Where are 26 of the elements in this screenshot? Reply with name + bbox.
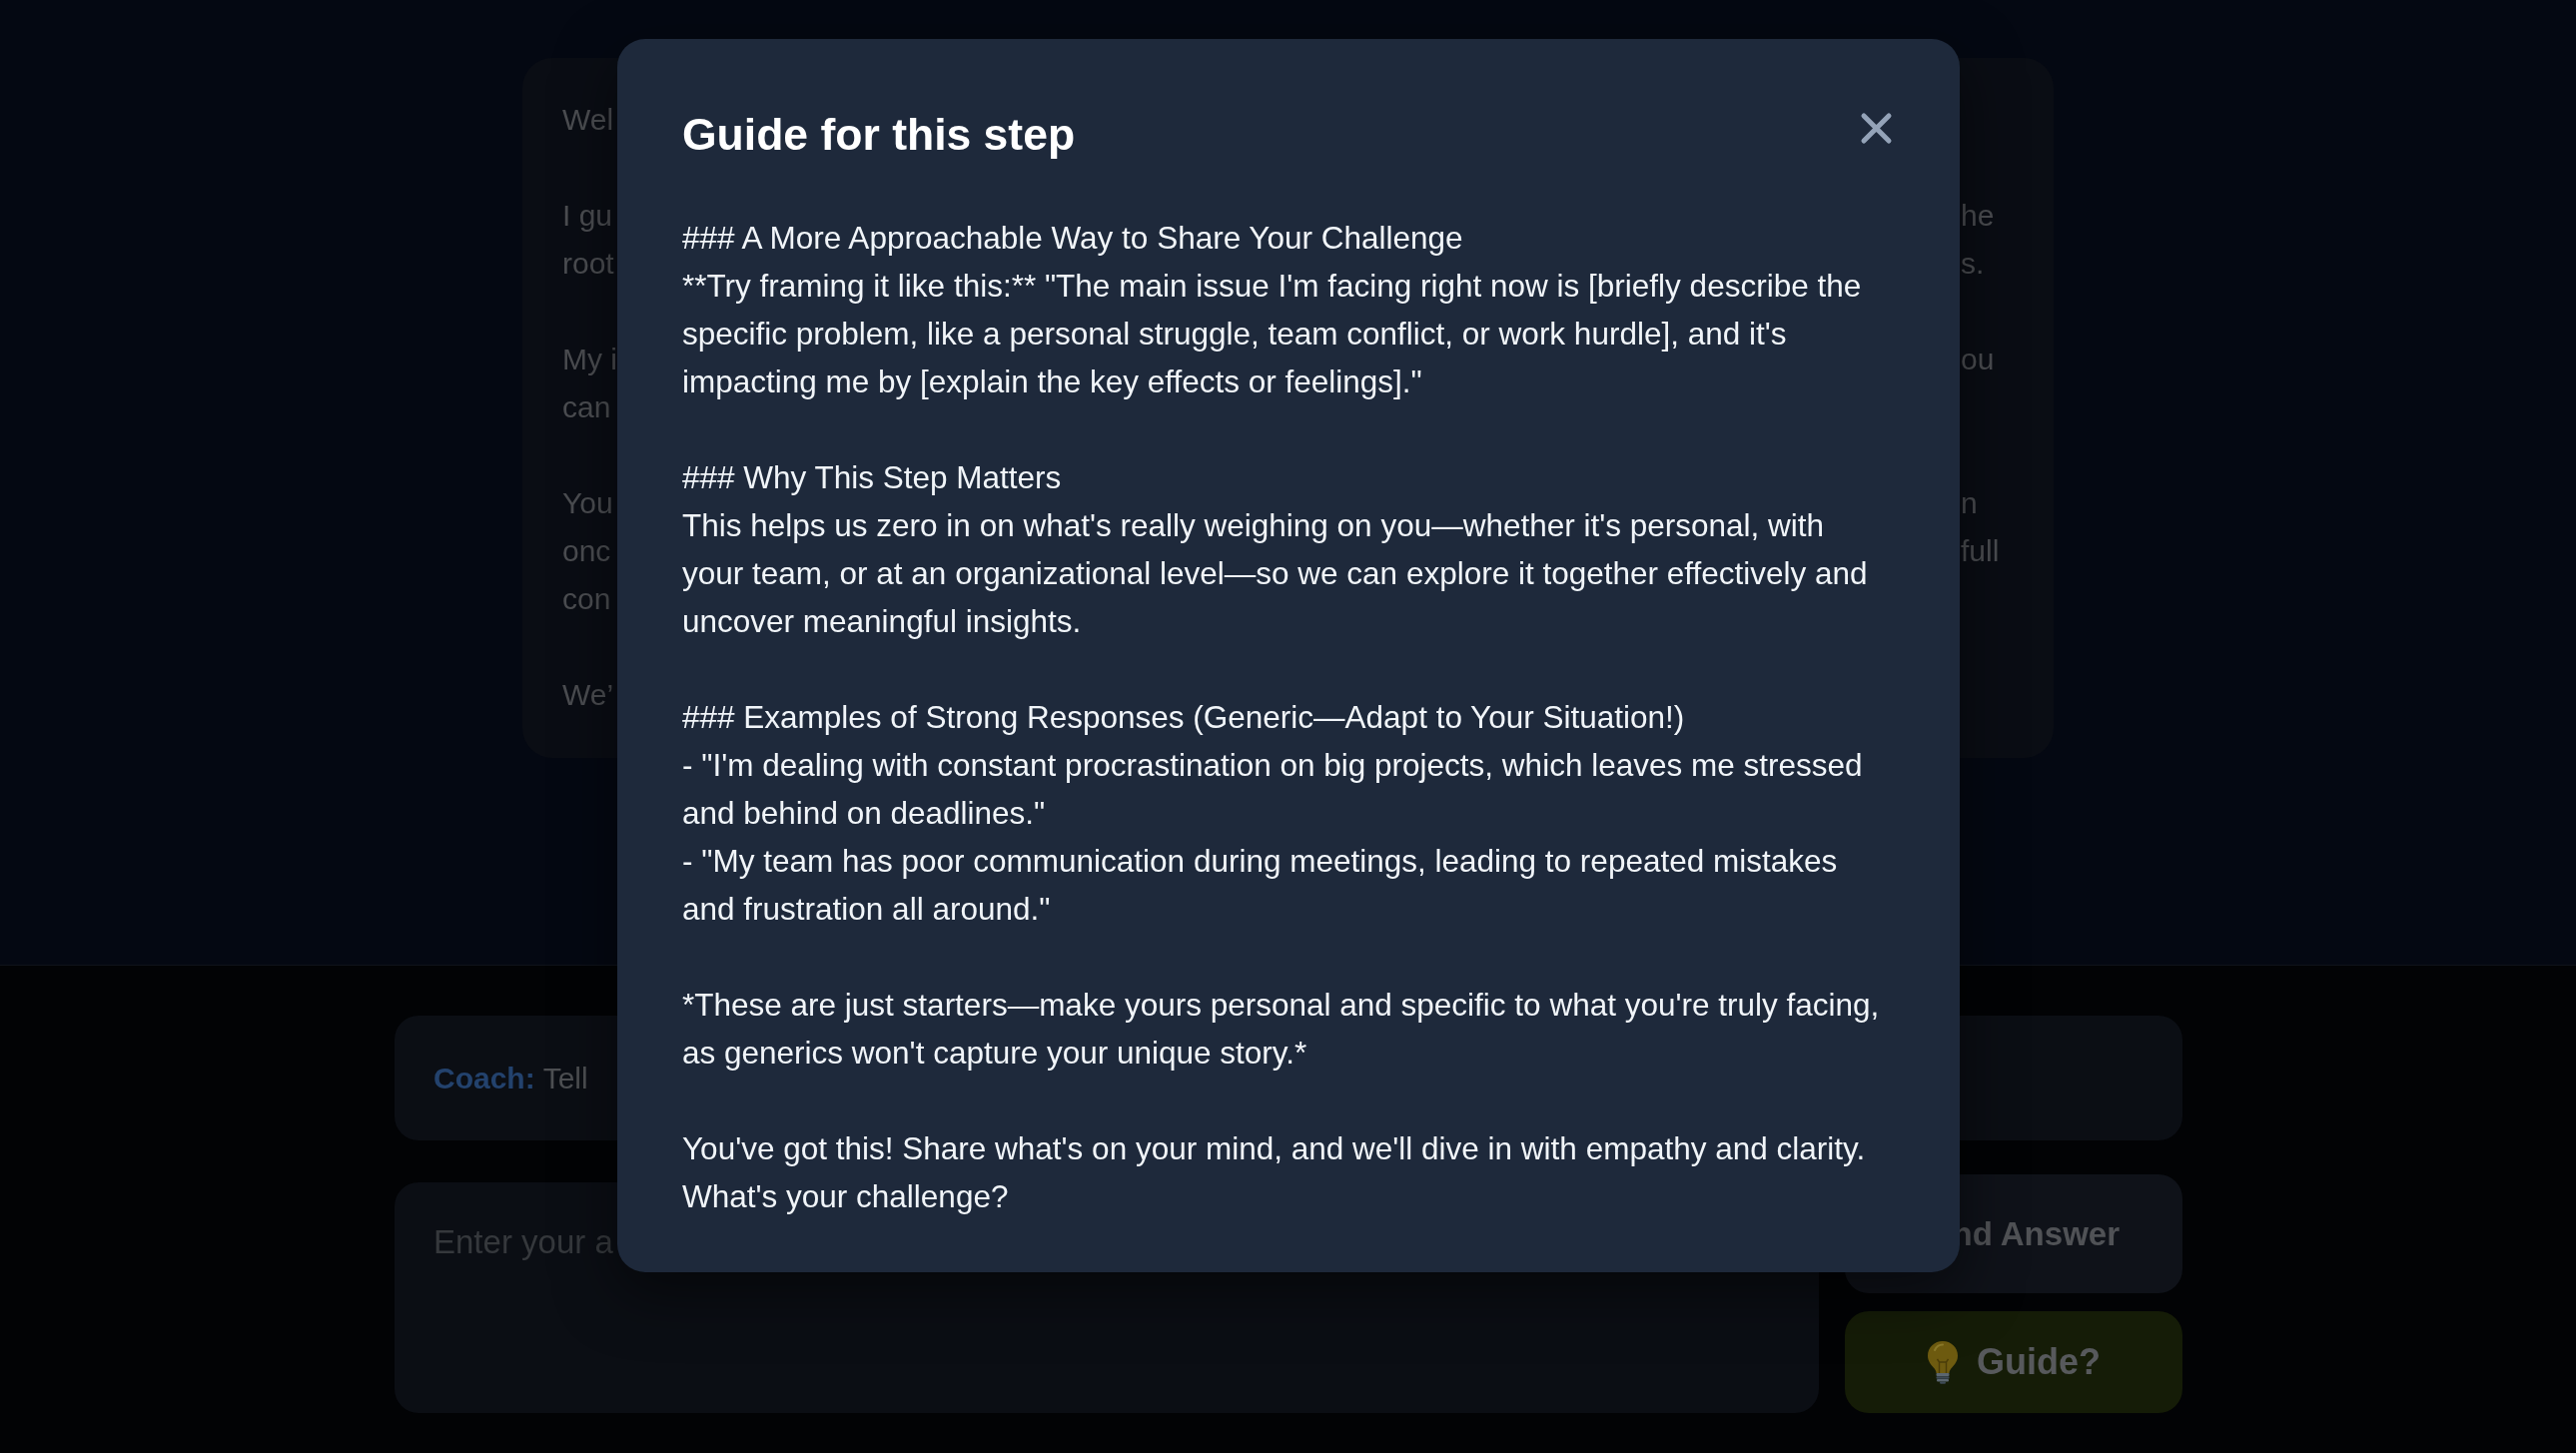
message-text: root [562,246,614,282]
message-text: con [562,581,611,617]
section-heading: ### A More Approachable Way to Share Your Challenge [682,219,1464,258]
guide-paragraph: - "I'm dealing with constant procrastination on big projects, which leaves me stressed and behind on deadlines." [682,746,1864,833]
guide-paragraph: *These are just starters—make yours personal and specific to what you're truly facing, as generics won't capture your unique story.* [682,986,1881,1073]
section-heading: ### Examples of Strong Responses (Generic—Adapt to Your Situation!) [682,698,1686,737]
message-text: ou [1961,342,1995,377]
guide-paragraph: **Try framing it like this:** "The main issue I'm facing right now is [briefly describe the specific problem, like a personal struggle, team conflict, or work hurdle], and it's impacting me by [explain the key effects or feelings]." [682,267,1863,401]
message-text: can [562,389,611,425]
guide-paragraph: This helps us zero in on what's really weighing on you—whether it's personal, with your team, or at an organizational level—so we can explore it together effectively and uncover meaningful insights. [682,506,1869,641]
message-text: s. [1961,246,1985,282]
message-text: onc [562,533,611,569]
message-text: he [1961,198,1995,234]
close-icon [1860,112,1893,145]
message-text: I gu [562,198,613,234]
lightbulb-icon [1927,1340,1959,1384]
guide-button[interactable]: Guide? [1845,1311,2182,1413]
message-text: You [562,485,613,521]
guide-paragraph: - "My team has poor communication during meetings, leading to repeated mistakes and frustration all around." [682,842,1839,929]
message-text: We’ [562,677,614,713]
coach-message: Coach: Tell [433,1060,588,1096]
section-heading: ### Why This Step Matters [682,458,1063,497]
message-text: Wel [562,102,614,138]
close-button[interactable] [1860,112,1893,145]
message-text: full [1961,533,2000,569]
dialog-title: Guide for this step [682,109,1076,161]
